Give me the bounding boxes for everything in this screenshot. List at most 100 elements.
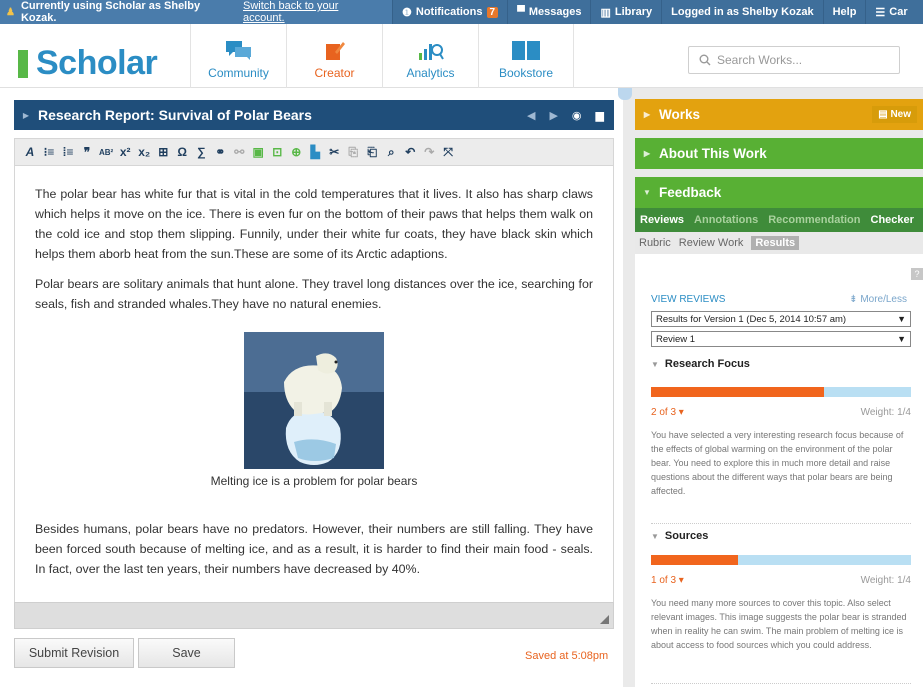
math-icon[interactable]: ∑ xyxy=(194,145,208,159)
nav-analytics[interactable]: Analytics xyxy=(382,24,478,88)
subscript-icon[interactable]: x₂ xyxy=(137,145,151,159)
review-select[interactable]: Review 1 ▼ xyxy=(651,331,911,347)
switch-account-link[interactable]: Switch back to your account. xyxy=(243,0,382,24)
tab-annotations[interactable]: Annotations xyxy=(689,214,763,226)
version-select-value: Results for Version 1 (Dec 5, 2014 10:57… xyxy=(656,313,847,325)
search-input[interactable]: Search Works... xyxy=(688,46,900,74)
section-title: Sources xyxy=(664,530,709,542)
section-header[interactable]: ▼ Research Focus xyxy=(651,358,911,370)
insert-media-icon[interactable]: ⊡ xyxy=(270,145,284,159)
works-header[interactable]: ▶ Works ▤ New xyxy=(635,99,923,130)
subtab-results[interactable]: Results xyxy=(751,236,800,250)
tab-checker[interactable]: Checker xyxy=(866,214,919,226)
score-value: 2 of 3 xyxy=(651,407,677,418)
review-select-value: Review 1 xyxy=(656,333,696,345)
user-icon: ♟ xyxy=(6,6,15,18)
find-icon[interactable]: ⌕ xyxy=(384,145,398,160)
help-icon[interactable]: ? xyxy=(911,268,923,280)
scholar-logo[interactable]: Scholar xyxy=(18,44,158,83)
submit-revision-button[interactable]: Submit Revision xyxy=(14,638,134,668)
collapse-arrow-icon: ▼ xyxy=(643,188,651,197)
tab-reviews[interactable]: Reviews xyxy=(635,214,689,226)
rubric-section: ▼ Research Focus 2 of 3 ▾ Weight: 1/4 Yo… xyxy=(651,358,911,498)
tab-recommendation[interactable]: Recommendation xyxy=(763,214,865,226)
more-less-toggle[interactable]: ⇟ More/Less xyxy=(849,294,907,305)
superscript-icon[interactable]: x² xyxy=(118,145,132,159)
paragraph: The polar bear has white fur that is vit… xyxy=(35,187,593,261)
copy-icon[interactable]: ⎘ xyxy=(346,145,360,160)
works-label: Works xyxy=(659,107,701,122)
cut-icon[interactable]: ✂ xyxy=(327,145,341,159)
bullet-list-icon[interactable]: ⁞≡ xyxy=(61,145,75,159)
editor-title-bar: ▶ Research Report: Survival of Polar Bea… xyxy=(14,100,614,130)
score-progress-bar xyxy=(651,387,911,397)
nav-creator[interactable]: Creator xyxy=(286,24,382,88)
figure: Melting ice is a problem for polar bears xyxy=(35,332,593,491)
about-header[interactable]: ▶ About This Work xyxy=(635,138,923,169)
resize-handle-icon[interactable] xyxy=(600,615,609,624)
message-icon: ▀ xyxy=(517,6,525,18)
divider xyxy=(651,523,911,524)
nav-bookstore[interactable]: Bookstore xyxy=(478,24,574,88)
alert-icon: ❶ xyxy=(402,6,412,19)
unlink-icon[interactable]: ⚯ xyxy=(232,145,246,159)
table-icon[interactable]: ⊞ xyxy=(156,145,170,159)
print-icon[interactable]: ▆ xyxy=(596,109,604,122)
subtab-rubric[interactable]: Rubric xyxy=(639,237,671,249)
search-icon xyxy=(699,54,711,66)
panel-scroll-tab[interactable] xyxy=(618,88,632,100)
special-char-icon[interactable]: Ω xyxy=(175,145,189,159)
nav-creator-label: Creator xyxy=(314,66,355,80)
subtab-review-work[interactable]: Review Work xyxy=(679,237,744,249)
logo-text: Scholar xyxy=(36,44,158,82)
prev-arrow-icon[interactable]: ◀ xyxy=(527,109,535,122)
redo-icon[interactable]: ↷ xyxy=(422,145,436,159)
nav-community-label: Community xyxy=(208,66,269,80)
help-link[interactable]: Help xyxy=(822,0,866,24)
undo-icon[interactable]: ↶ xyxy=(403,145,417,159)
record-icon[interactable]: ⊕ xyxy=(289,145,303,159)
notifications-badge: 7 xyxy=(486,6,499,18)
nav-community[interactable]: Community xyxy=(190,24,286,88)
messages-label: Messages xyxy=(528,6,582,18)
section-header[interactable]: ▼ Sources xyxy=(651,530,911,542)
cart-link[interactable]: ☰ Car xyxy=(865,0,916,24)
blockquote-icon[interactable]: ❞ xyxy=(80,145,94,159)
fullscreen-icon[interactable]: ⤧ xyxy=(441,145,455,160)
editor-toolbar: A ⁝≡ ⁞≡ ❞ AB² x² x₂ ⊞ Ω ∑ ⚭ ⚯ ▣ ⊡ ⊕ ▙ ✂ … xyxy=(14,138,614,166)
nav-analytics-label: Analytics xyxy=(406,66,455,80)
top-bar: ♟ Currently using Scholar as Shelby Koza… xyxy=(0,0,923,24)
preview-eye-icon[interactable]: ◉ xyxy=(572,109,582,122)
new-work-button[interactable]: ▤ New xyxy=(872,106,917,123)
notifications-menu[interactable]: ❶ Notifications 7 xyxy=(392,0,507,24)
link-icon[interactable]: ⚭ xyxy=(213,145,227,159)
book-icon xyxy=(512,40,540,62)
polar-bear-image[interactable] xyxy=(244,332,384,469)
editor-content[interactable]: The polar bear has white fur that is vit… xyxy=(14,166,614,602)
library-icon: ▥ xyxy=(600,6,611,19)
library-label: Library xyxy=(614,6,653,18)
messages-menu[interactable]: ▀ Messages xyxy=(507,0,590,24)
version-select[interactable]: Results for Version 1 (Dec 5, 2014 10:57… xyxy=(651,311,911,327)
score-dropdown[interactable]: 1 of 3 ▾ xyxy=(651,575,684,586)
collapse-arrow-icon[interactable]: ▶ xyxy=(14,111,38,120)
score-dropdown[interactable]: 2 of 3 ▾ xyxy=(651,407,684,418)
superscript-ab-icon[interactable]: AB² xyxy=(99,148,113,157)
library-menu[interactable]: ▥ Library xyxy=(590,0,661,24)
numbered-list-icon[interactable]: ⁝≡ xyxy=(42,145,56,159)
view-reviews-label: VIEW REVIEWS xyxy=(651,294,726,305)
feedback-header[interactable]: ▼ Feedback xyxy=(635,177,923,208)
score-progress-bar xyxy=(651,555,911,565)
dropdown-arrow-icon: ▼ xyxy=(897,334,906,344)
paragraph: Polar bears are solitary animals that hu… xyxy=(35,277,593,311)
save-button[interactable]: Save xyxy=(138,638,235,668)
account-menu[interactable]: Logged in as Shelby Kozak xyxy=(661,0,822,24)
font-style-icon[interactable]: A xyxy=(23,145,37,159)
paste-icon[interactable]: ⎗ xyxy=(365,145,379,160)
divider xyxy=(651,683,911,684)
image-icon[interactable]: ▣ xyxy=(251,145,265,159)
bookmark-icon[interactable]: ▙ xyxy=(308,145,322,159)
logo-bar xyxy=(18,49,28,78)
more-less-label: More/Less xyxy=(860,294,907,305)
next-arrow-icon[interactable]: ▶ xyxy=(549,109,557,122)
